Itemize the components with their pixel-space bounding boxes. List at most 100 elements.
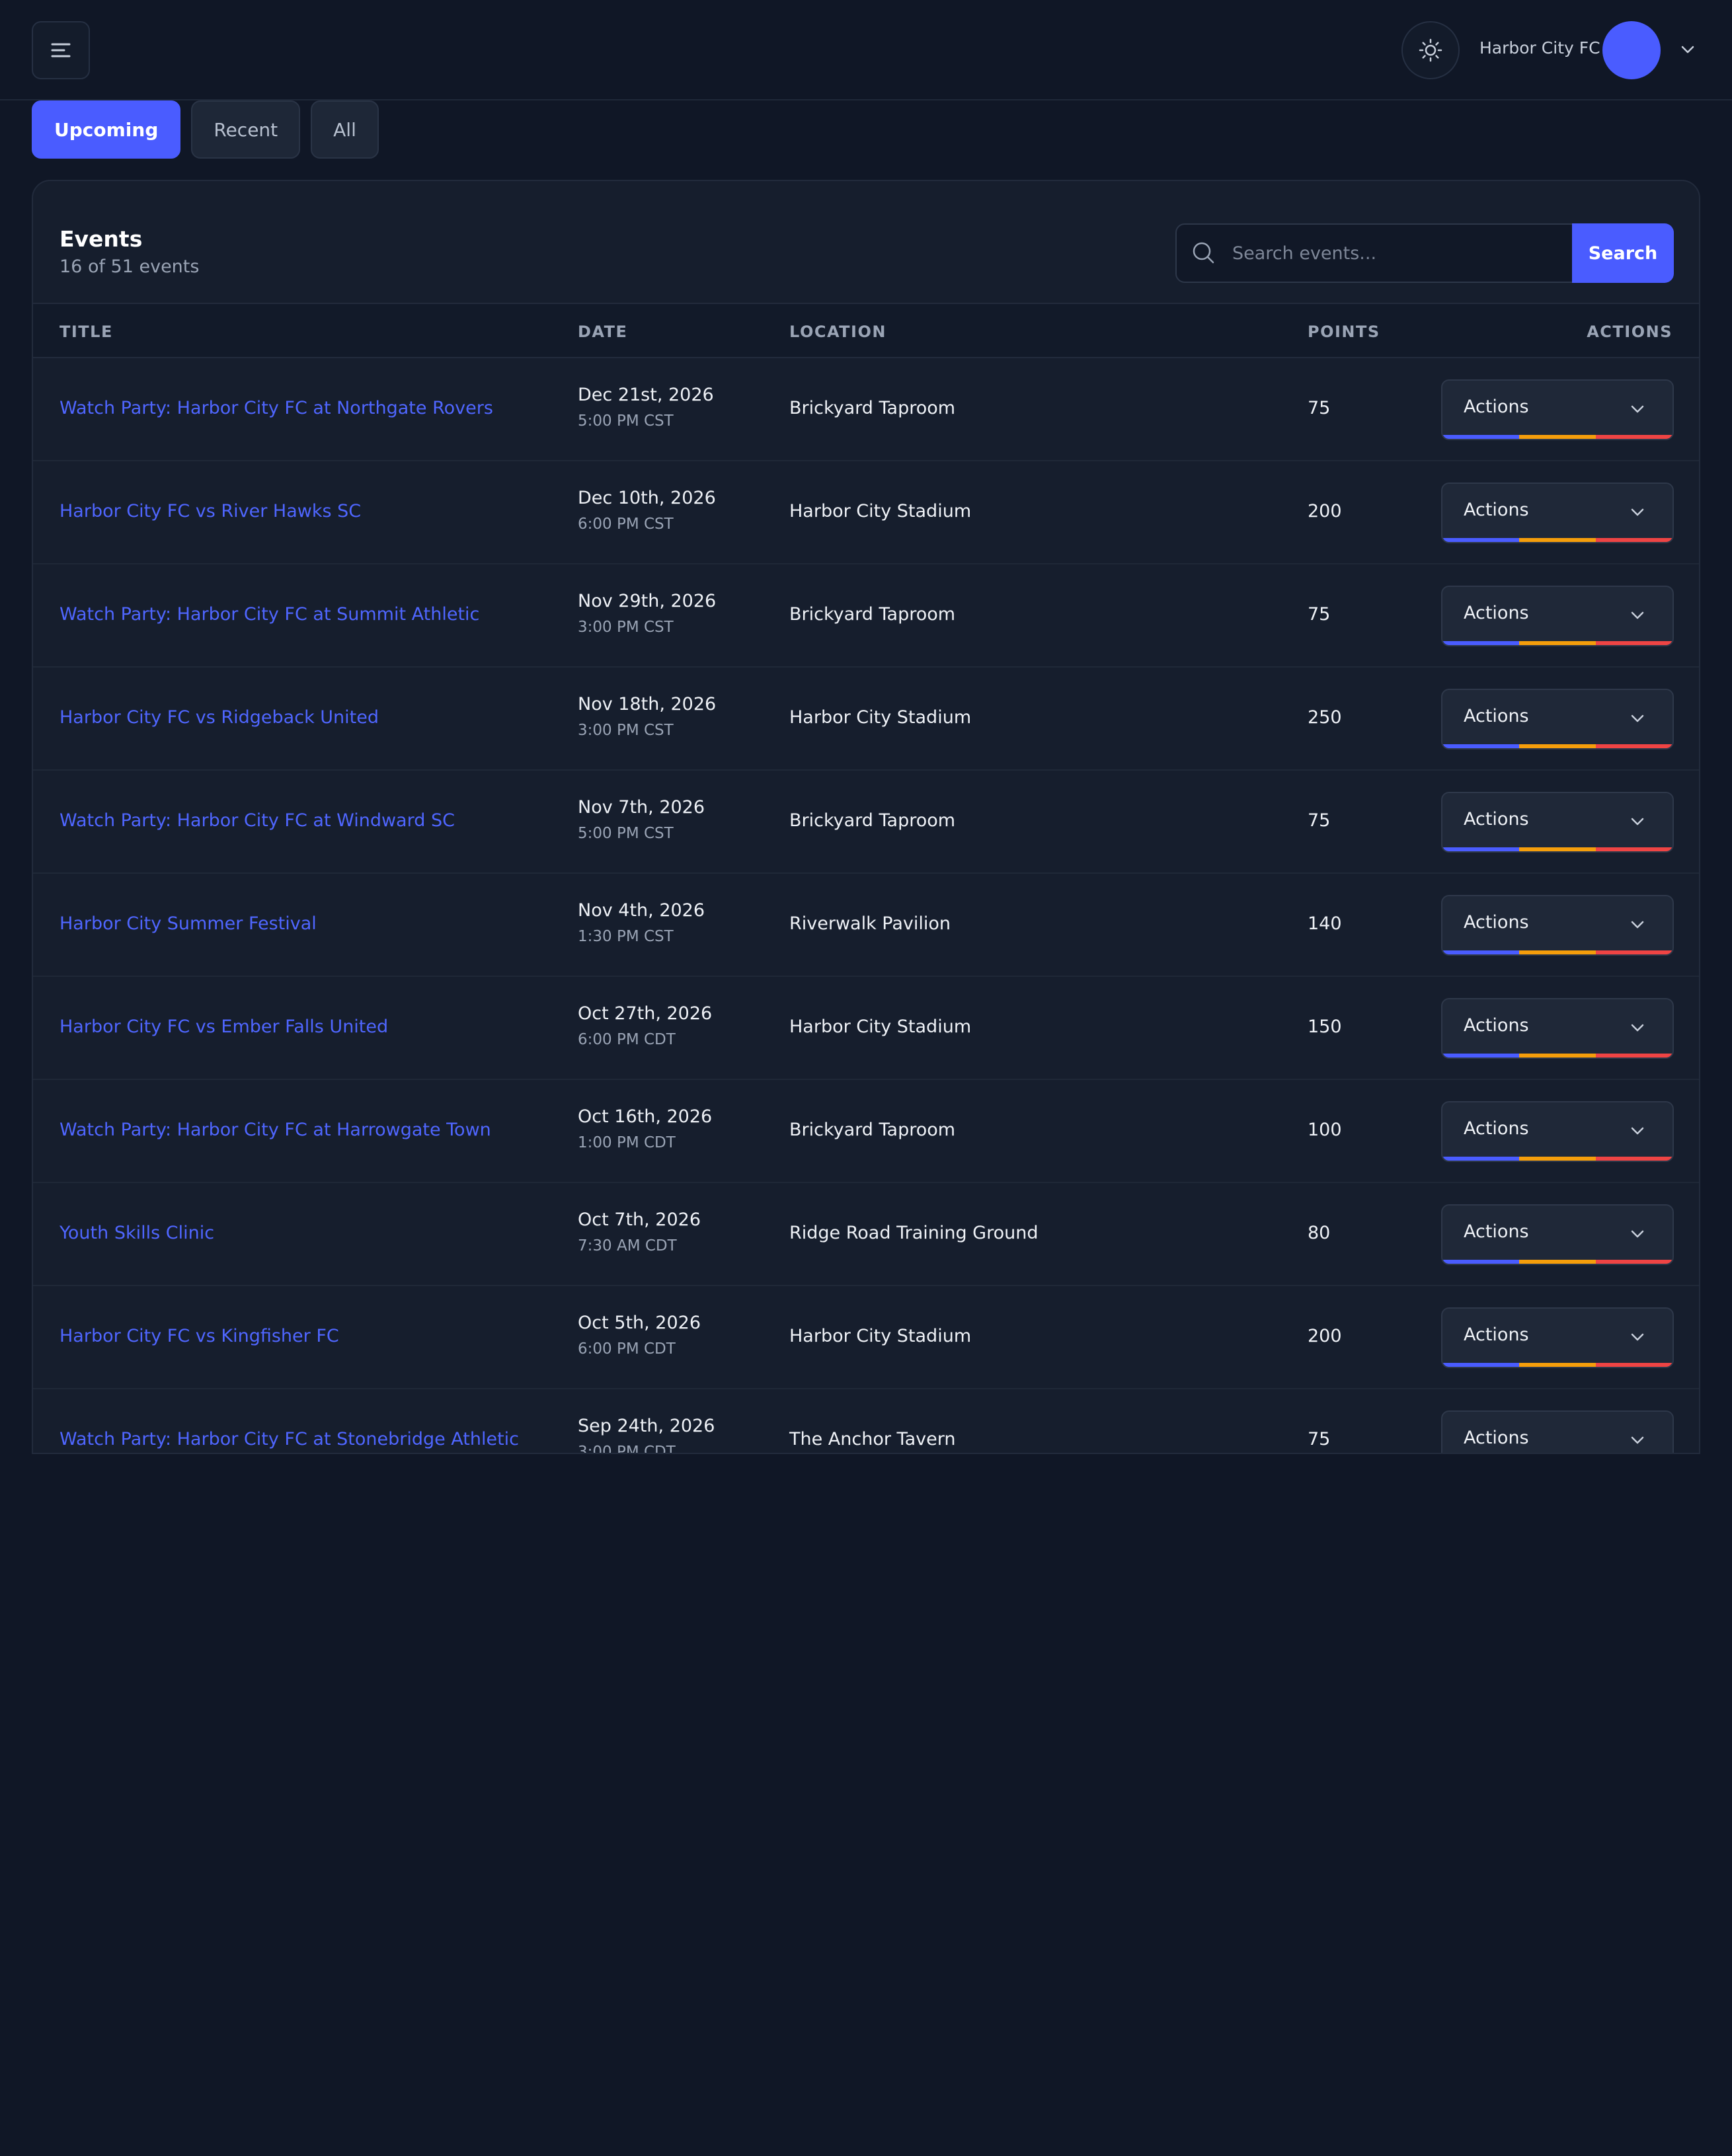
event-title-link[interactable]: Harbor City FC vs Ridgeback United (59, 707, 379, 728)
event-location: Harbor City Stadium (789, 501, 972, 521)
event-time: 6:00 PM CDT (578, 1031, 676, 1048)
actions-dropdown-button[interactable]: Actions (1441, 1307, 1674, 1368)
actions-label: Actions (1464, 1015, 1529, 1036)
tab-all[interactable]: All (311, 100, 379, 159)
table-row: Watch Party: Harbor City FC at Harrowgat… (33, 1080, 1699, 1183)
actions-color-bar (1442, 744, 1673, 748)
chevron-down-icon (1631, 818, 1644, 826)
actions-label: Actions (1464, 1221, 1529, 1242)
event-title-link[interactable]: Watch Party: Harbor City FC at Summit At… (59, 604, 479, 625)
event-points: 75 (1308, 810, 1331, 831)
actions-label: Actions (1464, 809, 1529, 829)
menu-button[interactable] (32, 21, 90, 79)
event-title-link[interactable]: Watch Party: Harbor City FC at Northgate… (59, 398, 493, 418)
tab-recent[interactable]: Recent (191, 100, 301, 159)
event-location: Brickyard Taproom (789, 810, 956, 831)
event-title-link[interactable]: Harbor City FC vs Kingfisher FC (59, 1326, 339, 1346)
color-segment (1442, 1260, 1519, 1264)
color-segment (1442, 950, 1519, 954)
column-header-date[interactable]: DATE (578, 323, 627, 341)
color-segment (1442, 744, 1519, 748)
actions-dropdown-button[interactable]: Actions (1441, 1410, 1674, 1453)
event-location: Ridge Road Training Ground (789, 1223, 1039, 1243)
color-segment (1519, 435, 1596, 439)
color-segment (1519, 1157, 1596, 1161)
actions-label: Actions (1464, 1428, 1529, 1448)
color-segment (1442, 435, 1519, 439)
color-segment (1442, 1054, 1519, 1058)
actions-color-bar (1442, 950, 1673, 954)
event-title-link[interactable]: Harbor City FC vs Ember Falls United (59, 1017, 388, 1037)
table-row: Watch Party: Harbor City FC at Northgate… (33, 358, 1699, 461)
actions-dropdown-button[interactable]: Actions (1441, 792, 1674, 853)
event-title-link[interactable]: Watch Party: Harbor City FC at Harrowgat… (59, 1120, 491, 1140)
event-title-link[interactable]: Watch Party: Harbor City FC at Stonebrid… (59, 1429, 519, 1449)
color-segment (1596, 435, 1673, 439)
chevron-down-icon[interactable] (1679, 41, 1696, 58)
event-time: 3:00 PM CST (578, 619, 674, 636)
color-segment (1519, 641, 1596, 645)
event-date: Nov 7th, 2026 (578, 797, 705, 818)
actions-dropdown-button[interactable]: Actions (1441, 1101, 1674, 1162)
event-title-link[interactable]: Youth Skills Clinic (59, 1223, 214, 1243)
event-points: 80 (1308, 1223, 1331, 1243)
actions-dropdown-button[interactable]: Actions (1441, 689, 1674, 750)
event-location: Brickyard Taproom (789, 1120, 956, 1140)
search-input[interactable] (1232, 225, 1563, 282)
event-points: 140 (1308, 913, 1342, 934)
actions-color-bar (1442, 847, 1673, 851)
event-count: 16 of 51 events (59, 256, 200, 277)
actions-dropdown-button[interactable]: Actions (1441, 482, 1674, 543)
actions-label: Actions (1464, 1325, 1529, 1345)
table-row: Watch Party: Harbor City FC at Stonebrid… (33, 1389, 1699, 1453)
event-time: 5:00 PM CST (578, 825, 674, 842)
table-row: Watch Party: Harbor City FC at Windward … (33, 771, 1699, 874)
event-title-link[interactable]: Harbor City Summer Festival (59, 913, 317, 934)
column-header-location[interactable]: LOCATION (789, 323, 886, 341)
menu-icon (51, 43, 71, 58)
event-time: 5:00 PM CST (578, 412, 674, 430)
event-date: Oct 27th, 2026 (578, 1003, 713, 1024)
table-row: Harbor City Summer Festival Nov 4th, 2026… (33, 874, 1699, 977)
search-button[interactable]: Search (1572, 223, 1674, 283)
table-row: Youth Skills Clinic Oct 7th, 2026 7:30 AM … (33, 1183, 1699, 1286)
color-segment (1519, 1054, 1596, 1058)
event-points: 100 (1308, 1120, 1342, 1140)
color-segment (1442, 847, 1519, 851)
column-header-points[interactable]: POINTS (1308, 323, 1380, 341)
table-header: TITLE DATE LOCATION POINTS ACTIONS (33, 304, 1699, 358)
color-segment (1519, 847, 1596, 851)
color-segment (1442, 538, 1519, 542)
actions-dropdown-button[interactable]: Actions (1441, 1204, 1674, 1265)
actions-dropdown-button[interactable]: Actions (1441, 586, 1674, 646)
event-time: 1:00 PM CDT (578, 1134, 676, 1151)
event-title-link[interactable]: Watch Party: Harbor City FC at Windward … (59, 810, 455, 831)
events-card: Events 16 of 51 events Search TITLE DATE… (32, 180, 1700, 1454)
chevron-down-icon (1631, 714, 1644, 722)
avatar[interactable] (1602, 21, 1661, 79)
event-date: Oct 7th, 2026 (578, 1210, 701, 1230)
actions-dropdown-button[interactable]: Actions (1441, 379, 1674, 440)
chevron-down-icon (1631, 1436, 1644, 1444)
event-date: Sep 24th, 2026 (578, 1416, 715, 1436)
chevron-down-icon (1631, 921, 1644, 929)
color-segment (1519, 1363, 1596, 1367)
tab-upcoming[interactable]: Upcoming (32, 100, 181, 159)
chevron-down-icon (1631, 1127, 1644, 1135)
event-title-link[interactable]: Harbor City FC vs River Hawks SC (59, 501, 361, 521)
column-header-title[interactable]: TITLE (59, 323, 113, 341)
event-date: Oct 5th, 2026 (578, 1313, 701, 1333)
column-header-actions: ACTIONS (1587, 323, 1673, 341)
actions-dropdown-button[interactable]: Actions (1441, 998, 1674, 1059)
event-location: Harbor City Stadium (789, 1017, 972, 1037)
chevron-down-icon (1631, 508, 1644, 516)
event-date: Nov 18th, 2026 (578, 694, 717, 714)
chevron-down-icon (1631, 611, 1644, 619)
theme-toggle-button[interactable] (1401, 21, 1460, 79)
actions-label: Actions (1464, 1118, 1529, 1139)
table-row: Watch Party: Harbor City FC at Summit At… (33, 564, 1699, 668)
event-location: Harbor City Stadium (789, 1326, 972, 1346)
actions-label: Actions (1464, 500, 1529, 520)
actions-dropdown-button[interactable]: Actions (1441, 895, 1674, 956)
actions-color-bar (1442, 538, 1673, 542)
